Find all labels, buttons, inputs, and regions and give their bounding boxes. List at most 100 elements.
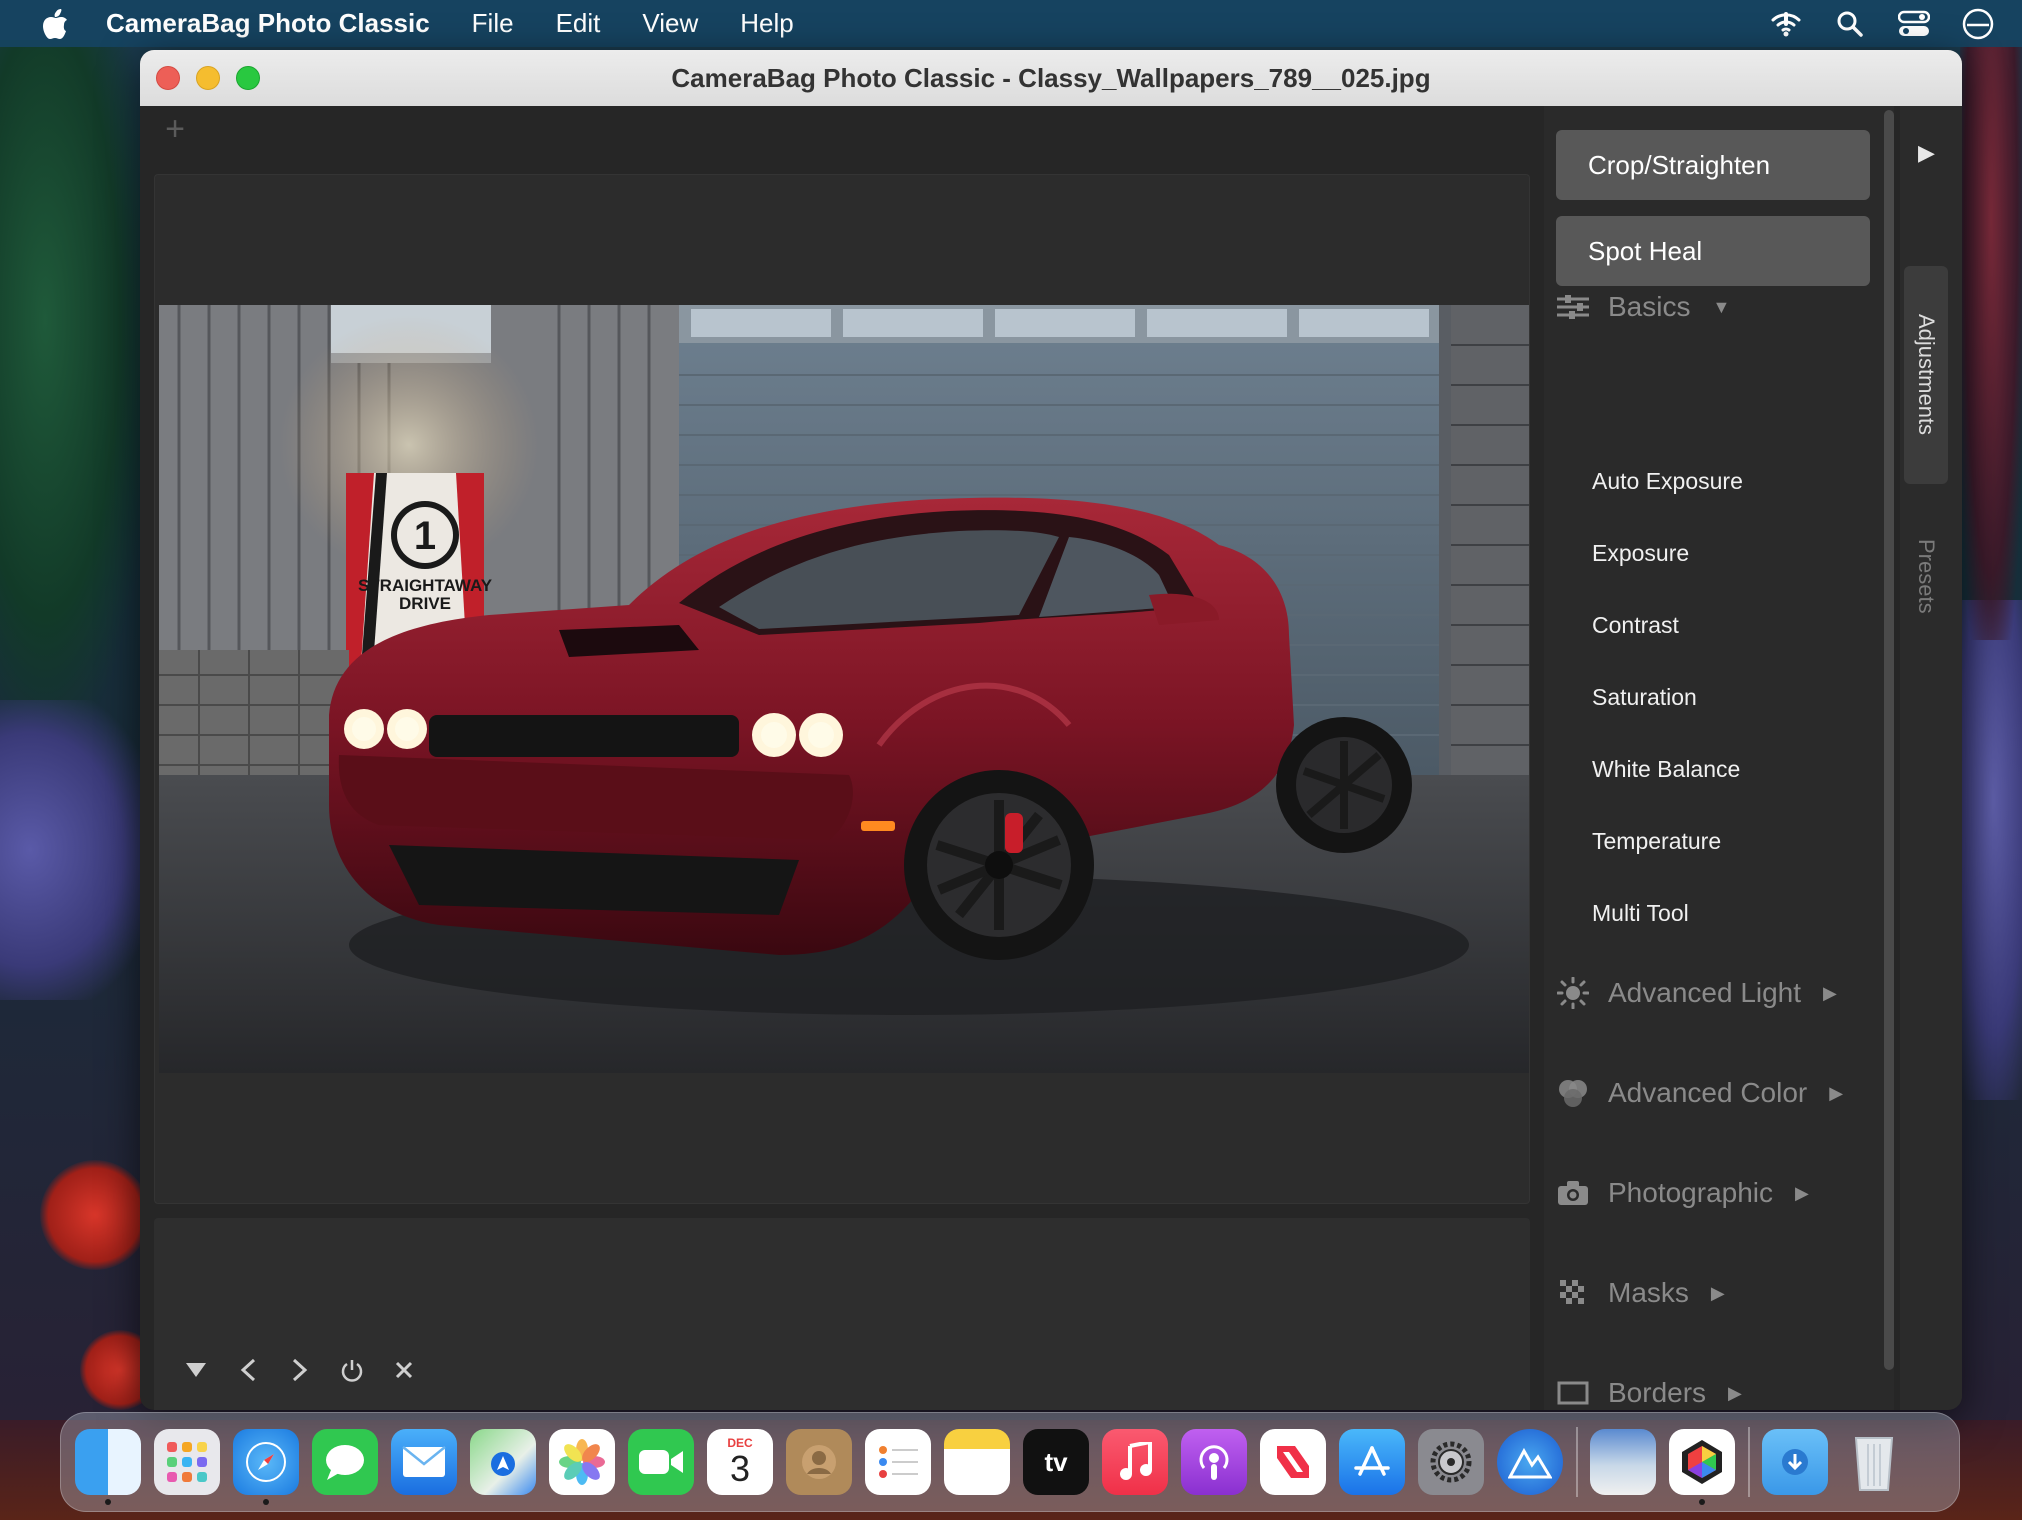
window-titlebar: CameraBag Photo Classic - Classy_Wallpap… <box>140 50 1962 106</box>
calendar-day: 3 <box>729 1448 751 1489</box>
filmstrip-panel <box>154 1218 1530 1410</box>
section-advanced-color-label: Advanced Color <box>1608 1077 1808 1108</box>
menu-help[interactable]: Help <box>740 8 793 39</box>
next-image-button[interactable] <box>274 1352 326 1388</box>
photo-preview: 1 STRAIGHTAWAY DRIVE <box>159 305 1529 1073</box>
messages-icon[interactable] <box>312 1429 378 1495</box>
chevron-right-icon: ▶ <box>1795 1182 1809 1203</box>
collapse-arrow-icon[interactable] <box>170 1352 222 1388</box>
tv-label: tv <box>1044 1446 1068 1477</box>
section-basics-label: Basics <box>1608 291 1691 322</box>
mail-icon[interactable] <box>391 1429 457 1495</box>
menu-file[interactable]: File <box>472 8 514 39</box>
side-tabs: ▶ Adjustments Presets <box>1900 106 1962 1410</box>
calendar-icon[interactable]: DEC 3 <box>707 1429 773 1495</box>
news-icon[interactable] <box>1260 1429 1326 1495</box>
finder-icon[interactable] <box>75 1429 141 1505</box>
expand-panel-icon[interactable]: ▶ <box>1918 140 1935 166</box>
chevron-down-icon: ▼ <box>1712 296 1731 317</box>
adj-exposure[interactable]: Exposure <box>1592 540 1689 567</box>
wallpaper-shape <box>0 700 150 1000</box>
section-advanced-light[interactable]: Advanced Light ▶ <box>1556 976 1837 1010</box>
color-circles-icon <box>1556 1076 1590 1110</box>
section-photographic[interactable]: Photographic ▶ <box>1556 1176 1809 1210</box>
border-frame-icon <box>1556 1376 1590 1410</box>
trash-icon[interactable] <box>1841 1429 1907 1495</box>
facetime-icon[interactable] <box>628 1429 694 1495</box>
close-icon[interactable] <box>378 1352 430 1388</box>
wallpaper-flower <box>40 1160 150 1270</box>
section-basics[interactable]: Basics ▼ <box>1556 290 1730 324</box>
adj-auto-exposure[interactable]: Auto Exposure <box>1592 468 1743 495</box>
menu-view[interactable]: View <box>642 8 698 39</box>
sign-text-line2: DRIVE <box>399 594 451 613</box>
window-zoom-button[interactable] <box>236 66 260 90</box>
dock: DEC 3 tv <box>60 1412 1960 1512</box>
adjustments-panel: Crop/Straighten Spot Heal Basics ▼ Auto … <box>1544 106 1894 1410</box>
downloads-folder-icon[interactable] <box>1762 1429 1828 1495</box>
menu-edit[interactable]: Edit <box>556 8 601 39</box>
image-canvas[interactable]: 1 STRAIGHTAWAY DRIVE <box>154 174 1530 1204</box>
wallpaper-foliage <box>0 40 150 740</box>
menu-app-name[interactable]: CameraBag Photo Classic <box>106 8 430 39</box>
power-toggle-icon[interactable] <box>326 1352 378 1388</box>
contacts-icon[interactable] <box>786 1429 852 1495</box>
section-borders[interactable]: Borders ▶ <box>1556 1376 1742 1410</box>
podcasts-icon[interactable] <box>1181 1429 1247 1495</box>
section-advanced-color[interactable]: Advanced Color ▶ <box>1556 1076 1843 1110</box>
dock-separator <box>1576 1427 1578 1497</box>
section-advanced-light-label: Advanced Light <box>1608 977 1802 1008</box>
adj-saturation[interactable]: Saturation <box>1592 684 1697 711</box>
spot-heal-button[interactable]: Spot Heal <box>1556 216 1870 286</box>
camera-icon <box>1556 1176 1590 1210</box>
spotlight-search-icon[interactable] <box>1830 4 1870 44</box>
window-close-button[interactable] <box>156 66 180 90</box>
add-image-button[interactable]: + <box>160 112 190 146</box>
tab-presets[interactable]: Presets <box>1904 506 1948 646</box>
dock-separator <box>1748 1427 1750 1497</box>
panel-scrollbar[interactable] <box>1884 110 1894 1370</box>
adj-temperature[interactable]: Temperature <box>1592 828 1721 855</box>
wallpaper-shape <box>1960 40 2022 640</box>
tab-adjustments[interactable]: Adjustments <box>1904 266 1948 484</box>
section-borders-label: Borders <box>1608 1377 1707 1408</box>
mask-checker-icon <box>1556 1276 1590 1310</box>
control-center-icon[interactable] <box>1894 4 1934 44</box>
section-masks[interactable]: Masks ▶ <box>1556 1276 1725 1310</box>
chevron-right-icon: ▶ <box>1829 1082 1844 1103</box>
window-title: CameraBag Photo Classic - Classy_Wallpap… <box>671 62 1431 93</box>
sliders-icon <box>1556 290 1590 324</box>
launchpad-icon[interactable] <box>154 1429 220 1495</box>
system-settings-icon[interactable] <box>1418 1429 1484 1495</box>
sun-icon <box>1556 976 1590 1010</box>
photos-icon[interactable] <box>549 1429 615 1495</box>
section-photographic-label: Photographic <box>1608 1177 1774 1208</box>
safari-icon[interactable] <box>233 1429 299 1505</box>
sign-text-line1: STRAIGHTAWAY <box>358 576 493 595</box>
section-masks-label: Masks <box>1608 1277 1689 1308</box>
apple-tv-icon[interactable]: tv <box>1023 1429 1089 1495</box>
maps-icon[interactable] <box>470 1429 536 1495</box>
altitude-app-icon[interactable] <box>1497 1429 1563 1495</box>
chevron-right-icon: ▶ <box>1823 982 1837 1003</box>
adj-white-balance[interactable]: White Balance <box>1592 756 1740 783</box>
window-minimize-button[interactable] <box>196 66 220 90</box>
camerabag-icon[interactable] <box>1669 1429 1735 1505</box>
music-icon[interactable] <box>1102 1429 1168 1495</box>
previous-image-button[interactable] <box>222 1352 274 1388</box>
adj-multi-tool[interactable]: Multi Tool <box>1592 900 1689 927</box>
adj-contrast[interactable]: Contrast <box>1592 612 1679 639</box>
chevron-right-icon: ▶ <box>1710 1282 1725 1303</box>
apple-menu-icon[interactable] <box>30 0 82 47</box>
preview-icon[interactable] <box>1590 1429 1656 1495</box>
menu-bar: CameraBag Photo Classic File Edit View H… <box>0 0 2022 47</box>
chevron-right-icon: ▶ <box>1728 1382 1742 1403</box>
app-store-icon[interactable] <box>1339 1429 1405 1495</box>
crop-straighten-button[interactable]: Crop/Straighten <box>1556 130 1870 200</box>
reminders-icon[interactable] <box>865 1429 931 1495</box>
app-window: CameraBag Photo Classic - Classy_Wallpap… <box>140 50 1962 1410</box>
notes-icon[interactable] <box>944 1429 1010 1495</box>
siri-icon[interactable] <box>1958 4 1998 44</box>
sign-number: 1 <box>414 514 436 558</box>
wifi-icon[interactable] <box>1766 4 1806 44</box>
